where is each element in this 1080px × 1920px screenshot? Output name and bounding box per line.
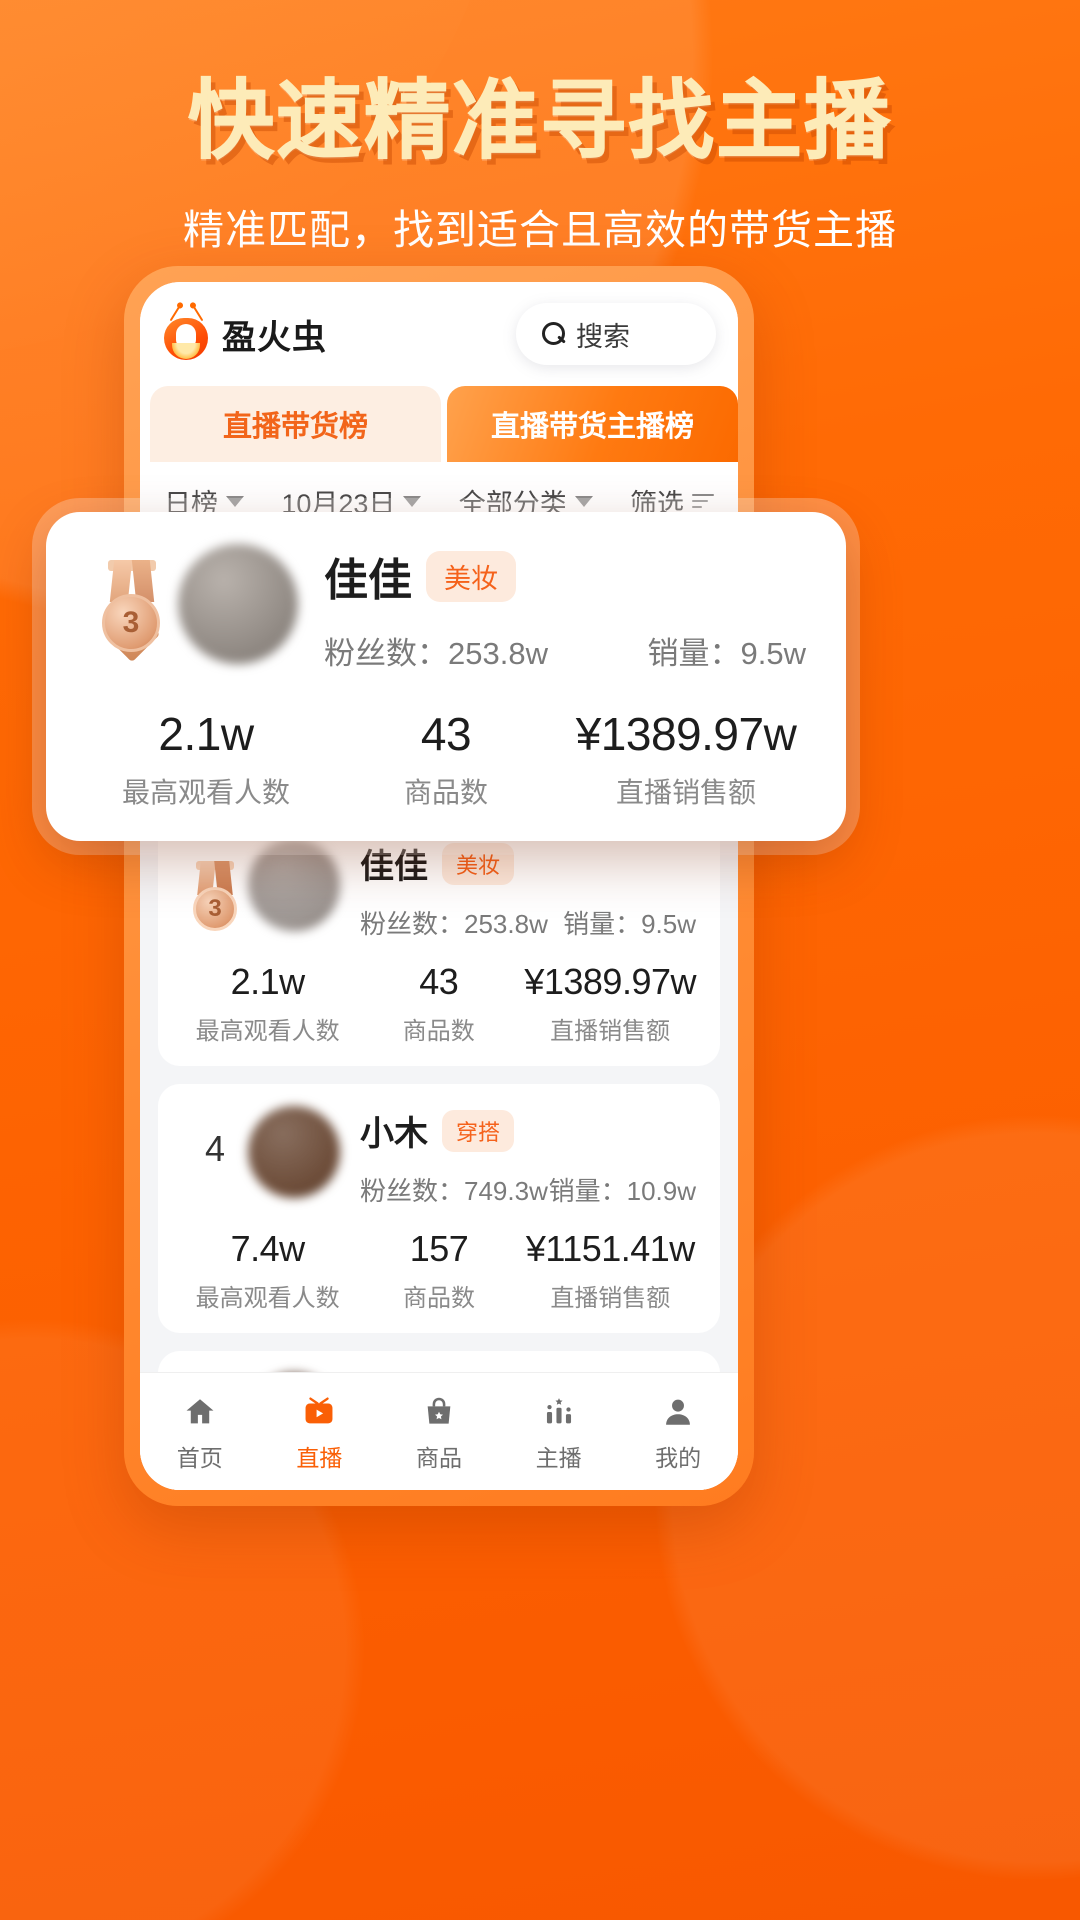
stat-products-label: 商品数: [326, 771, 566, 811]
medal-icon: 3: [188, 861, 242, 935]
phone-screen: 盈火虫 搜索 直播带货榜 直播带货主播榜 日榜 10月23日: [140, 282, 738, 1490]
chevron-down-icon: [403, 496, 421, 507]
stat-viewers-value: 7.4w: [182, 1228, 353, 1270]
ranking-tabs: 直播带货榜 直播带货主播榜: [140, 386, 738, 462]
stat-sales-value: ¥1389.97w: [524, 961, 696, 1003]
category-tag: 美妆: [426, 551, 516, 602]
medal-icon: 3: [96, 560, 168, 656]
stat-sales-value: ¥1389.97w: [566, 707, 806, 761]
tab-live-anchor-rank[interactable]: 直播带货主播榜: [447, 386, 738, 462]
anchor-name: 佳佳: [324, 544, 412, 608]
brand-name: 盈火虫: [222, 310, 327, 359]
stat-viewers-label: 最高观看人数: [182, 1011, 353, 1046]
stat-viewers: 7.4w 最高观看人数: [182, 1228, 353, 1313]
avatar: [248, 839, 340, 931]
nav-item-label: 首页: [140, 1439, 260, 1473]
medal-rank-number: 3: [102, 594, 160, 652]
stat-viewers-value: 2.1w: [86, 707, 326, 761]
stat-sales-label: 直播销售额: [525, 1278, 696, 1313]
stat-sales: ¥1389.97w 直播销售额: [524, 961, 696, 1046]
home-icon: [140, 1391, 260, 1433]
chevron-down-icon: [226, 496, 244, 507]
nav-item-我的[interactable]: 我的: [618, 1391, 738, 1473]
nav-item-商品[interactable]: 商品: [379, 1391, 499, 1473]
stat-products: 43 商品数: [326, 707, 566, 811]
avatar: [248, 1106, 340, 1198]
category-tag: 穿搭: [442, 1110, 514, 1152]
person-icon: [618, 1391, 738, 1433]
search-icon: [542, 322, 566, 346]
sales-volume: 销量：9.5w: [563, 904, 696, 941]
nav-item-主播[interactable]: 主播: [499, 1391, 619, 1473]
stat-products: 43 商品数: [353, 961, 524, 1046]
featured-anchor-card[interactable]: 3 佳佳 美妆 粉丝数：253.8w 销量：9.5w 2.1w 最高观看人数 4…: [46, 512, 846, 841]
search-label: 搜索: [576, 315, 630, 354]
phone-mockup-frame: 盈火虫 搜索 直播带货榜 直播带货主播榜 日榜 10月23日: [124, 266, 754, 1506]
fans-count: 粉丝数：253.8w: [324, 628, 548, 673]
chevron-down-icon: [575, 496, 593, 507]
stat-sales: ¥1389.97w 直播销售额: [566, 707, 806, 811]
anchor-name: 佳佳: [360, 839, 428, 888]
stat-products: 157 商品数: [353, 1228, 524, 1313]
rank-number: 4: [182, 1106, 248, 1170]
stat-products-value: 43: [353, 961, 524, 1003]
firefly-logo-icon: [160, 308, 212, 360]
stat-sales: ¥1151.41w 直播销售额: [525, 1228, 696, 1313]
category-tag: 美妆: [442, 843, 514, 885]
page-subtitle: 精准匹配，找到适合且高效的带货主播: [0, 196, 1080, 256]
stat-products-value: 43: [326, 707, 566, 761]
medal-rank-number: 3: [193, 887, 237, 931]
nav-item-label: 商品: [379, 1439, 499, 1473]
stat-viewers-label: 最高观看人数: [182, 1278, 353, 1313]
stat-viewers-value: 2.1w: [182, 961, 353, 1003]
sales-volume: 销量：9.5w: [648, 628, 806, 673]
fans-count: 粉丝数：253.8w: [360, 904, 548, 941]
stat-products-label: 商品数: [353, 1011, 524, 1046]
sales-volume: 销量：10.9w: [549, 1171, 696, 1208]
rank-badge: 3: [182, 839, 248, 935]
avatar: [178, 544, 298, 664]
nav-item-label: 主播: [499, 1439, 619, 1473]
anchor-row-card[interactable]: 3 佳佳美妆粉丝数：253.8w 销量：9.5w 2.1w 最高观看人数43 商品数¥13…: [158, 817, 720, 1066]
stat-products-value: 157: [353, 1228, 524, 1270]
filter-icon: [692, 492, 714, 510]
nav-item-直播[interactable]: 直播: [260, 1391, 380, 1473]
page-title: 快速精准寻找主播: [0, 76, 1080, 166]
search-button[interactable]: 搜索: [516, 303, 716, 365]
stat-viewers: 2.1w 最高观看人数: [86, 707, 326, 811]
shopping-bag-icon: [379, 1391, 499, 1433]
stat-viewers-label: 最高观看人数: [86, 771, 326, 811]
bottom-navigation: 首页直播商品主播我的: [140, 1372, 738, 1490]
nav-item-label: 直播: [260, 1439, 380, 1473]
tab-live-goods-rank[interactable]: 直播带货榜: [150, 386, 441, 462]
anchor-row-card[interactable]: 4 小木穿搭粉丝数：749.3w销量：10.9w 7.4w 最高观看人数157 商品数¥…: [158, 1084, 720, 1333]
chart-bars-icon: [499, 1391, 619, 1433]
stat-sales-label: 直播销售额: [524, 1011, 696, 1046]
live-tv-icon: [260, 1391, 380, 1433]
nav-item-首页[interactable]: 首页: [140, 1391, 260, 1473]
app-header: 盈火虫 搜索: [140, 282, 738, 386]
anchor-name: 小木: [360, 1106, 428, 1155]
stat-products-label: 商品数: [353, 1278, 524, 1313]
stat-sales-value: ¥1151.41w: [525, 1228, 696, 1270]
nav-item-label: 我的: [618, 1439, 738, 1473]
rank-badge: 3: [86, 544, 178, 656]
hero-section: 快速精准寻找主播 精准匹配，找到适合且高效的带货主播: [0, 0, 1080, 256]
brand: 盈火虫: [160, 308, 327, 360]
stat-sales-label: 直播销售额: [566, 771, 806, 811]
fans-count: 粉丝数：749.3w: [360, 1171, 548, 1208]
stat-viewers: 2.1w 最高观看人数: [182, 961, 353, 1046]
